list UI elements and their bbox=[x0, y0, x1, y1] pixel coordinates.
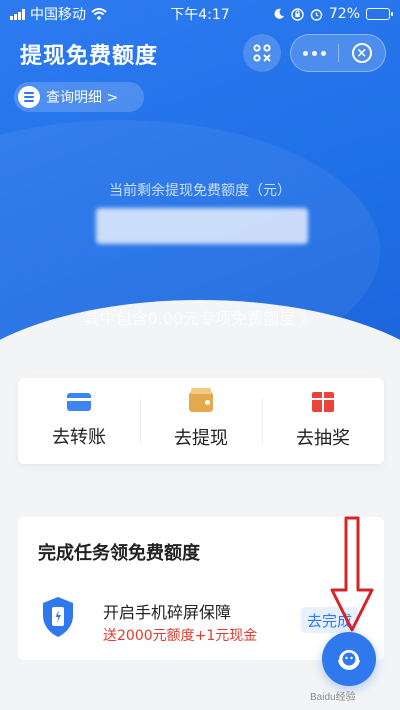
withdraw-label: 去提现 bbox=[174, 428, 228, 449]
status-bar: 中国移动 下午4:17 72% bbox=[0, 0, 400, 28]
withdraw-action[interactable]: 去提现 bbox=[140, 388, 262, 450]
close-icon: × bbox=[351, 43, 372, 63]
more-icon bbox=[302, 50, 308, 56]
headset-icon bbox=[337, 648, 361, 670]
task-name: 开启手机碎屏保障 bbox=[103, 603, 232, 622]
battery-percent: 72% bbox=[328, 6, 360, 22]
special-quota-link[interactable]: 其中包含0.00元专项免费额度 》 bbox=[0, 305, 400, 329]
query-details-button[interactable]: 查询明细 > bbox=[14, 82, 144, 112]
quick-actions-card: 去转账 去提现 去抽奖 bbox=[18, 378, 384, 464]
moon-icon bbox=[274, 8, 284, 19]
page-title: 提现免费额度 bbox=[20, 44, 159, 69]
battery-icon bbox=[366, 8, 393, 20]
transfer-action[interactable]: 去转账 bbox=[18, 393, 140, 449]
task-section-title: 完成任务领免费额度 bbox=[38, 543, 200, 564]
annotation-arrow bbox=[330, 516, 374, 632]
watermark: Baidu经验 bbox=[310, 692, 356, 703]
lottery-label: 去抽奖 bbox=[296, 428, 350, 449]
balance-label: 当前剩余提现免费额度（元） bbox=[109, 183, 291, 199]
rotation-lock-icon bbox=[291, 7, 304, 21]
wifi-icon bbox=[91, 8, 107, 20]
close-button[interactable]: × bbox=[339, 43, 386, 63]
balance-amount-redacted bbox=[96, 208, 308, 244]
query-details-label: 查询明细 > bbox=[46, 90, 119, 106]
alarm-icon bbox=[310, 8, 323, 21]
wallet-icon bbox=[189, 388, 213, 412]
mini-program-capsule: × bbox=[290, 34, 386, 72]
scan-button[interactable] bbox=[243, 34, 281, 72]
shield-phone-icon bbox=[43, 597, 73, 637]
carrier-name: 中国移动 bbox=[30, 7, 86, 23]
lottery-action[interactable]: 去抽奖 bbox=[262, 392, 384, 450]
bank-card-icon bbox=[67, 393, 91, 411]
task-reward: 送2000元额度+1元现金 bbox=[103, 628, 258, 644]
more-button[interactable] bbox=[291, 50, 338, 56]
signal-icon bbox=[10, 8, 25, 20]
customer-service-button[interactable] bbox=[322, 632, 376, 686]
list-icon bbox=[18, 86, 40, 108]
transfer-label: 去转账 bbox=[52, 427, 106, 448]
gift-icon bbox=[312, 392, 334, 412]
scan-icon bbox=[253, 44, 271, 62]
